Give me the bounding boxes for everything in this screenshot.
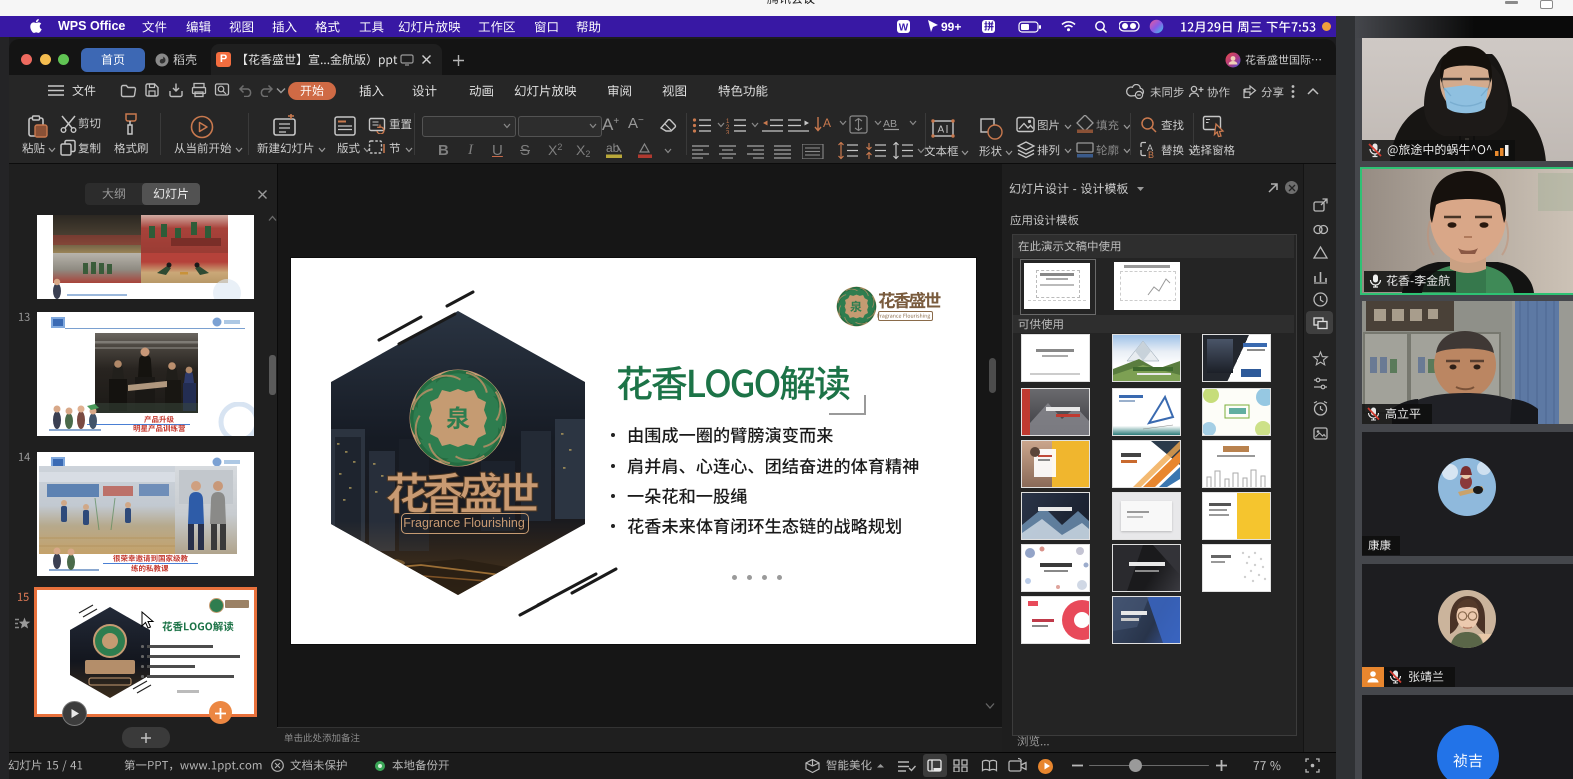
- svg-text:W: W: [899, 23, 909, 34]
- svg-text:A: A: [823, 116, 831, 130]
- svg-text:AB: AB: [883, 118, 897, 130]
- svg-text:3: 3: [726, 131, 730, 135]
- svg-text:A: A: [938, 125, 945, 136]
- svg-text:B: B: [1148, 150, 1154, 159]
- svg-text:ab: ab: [606, 142, 620, 155]
